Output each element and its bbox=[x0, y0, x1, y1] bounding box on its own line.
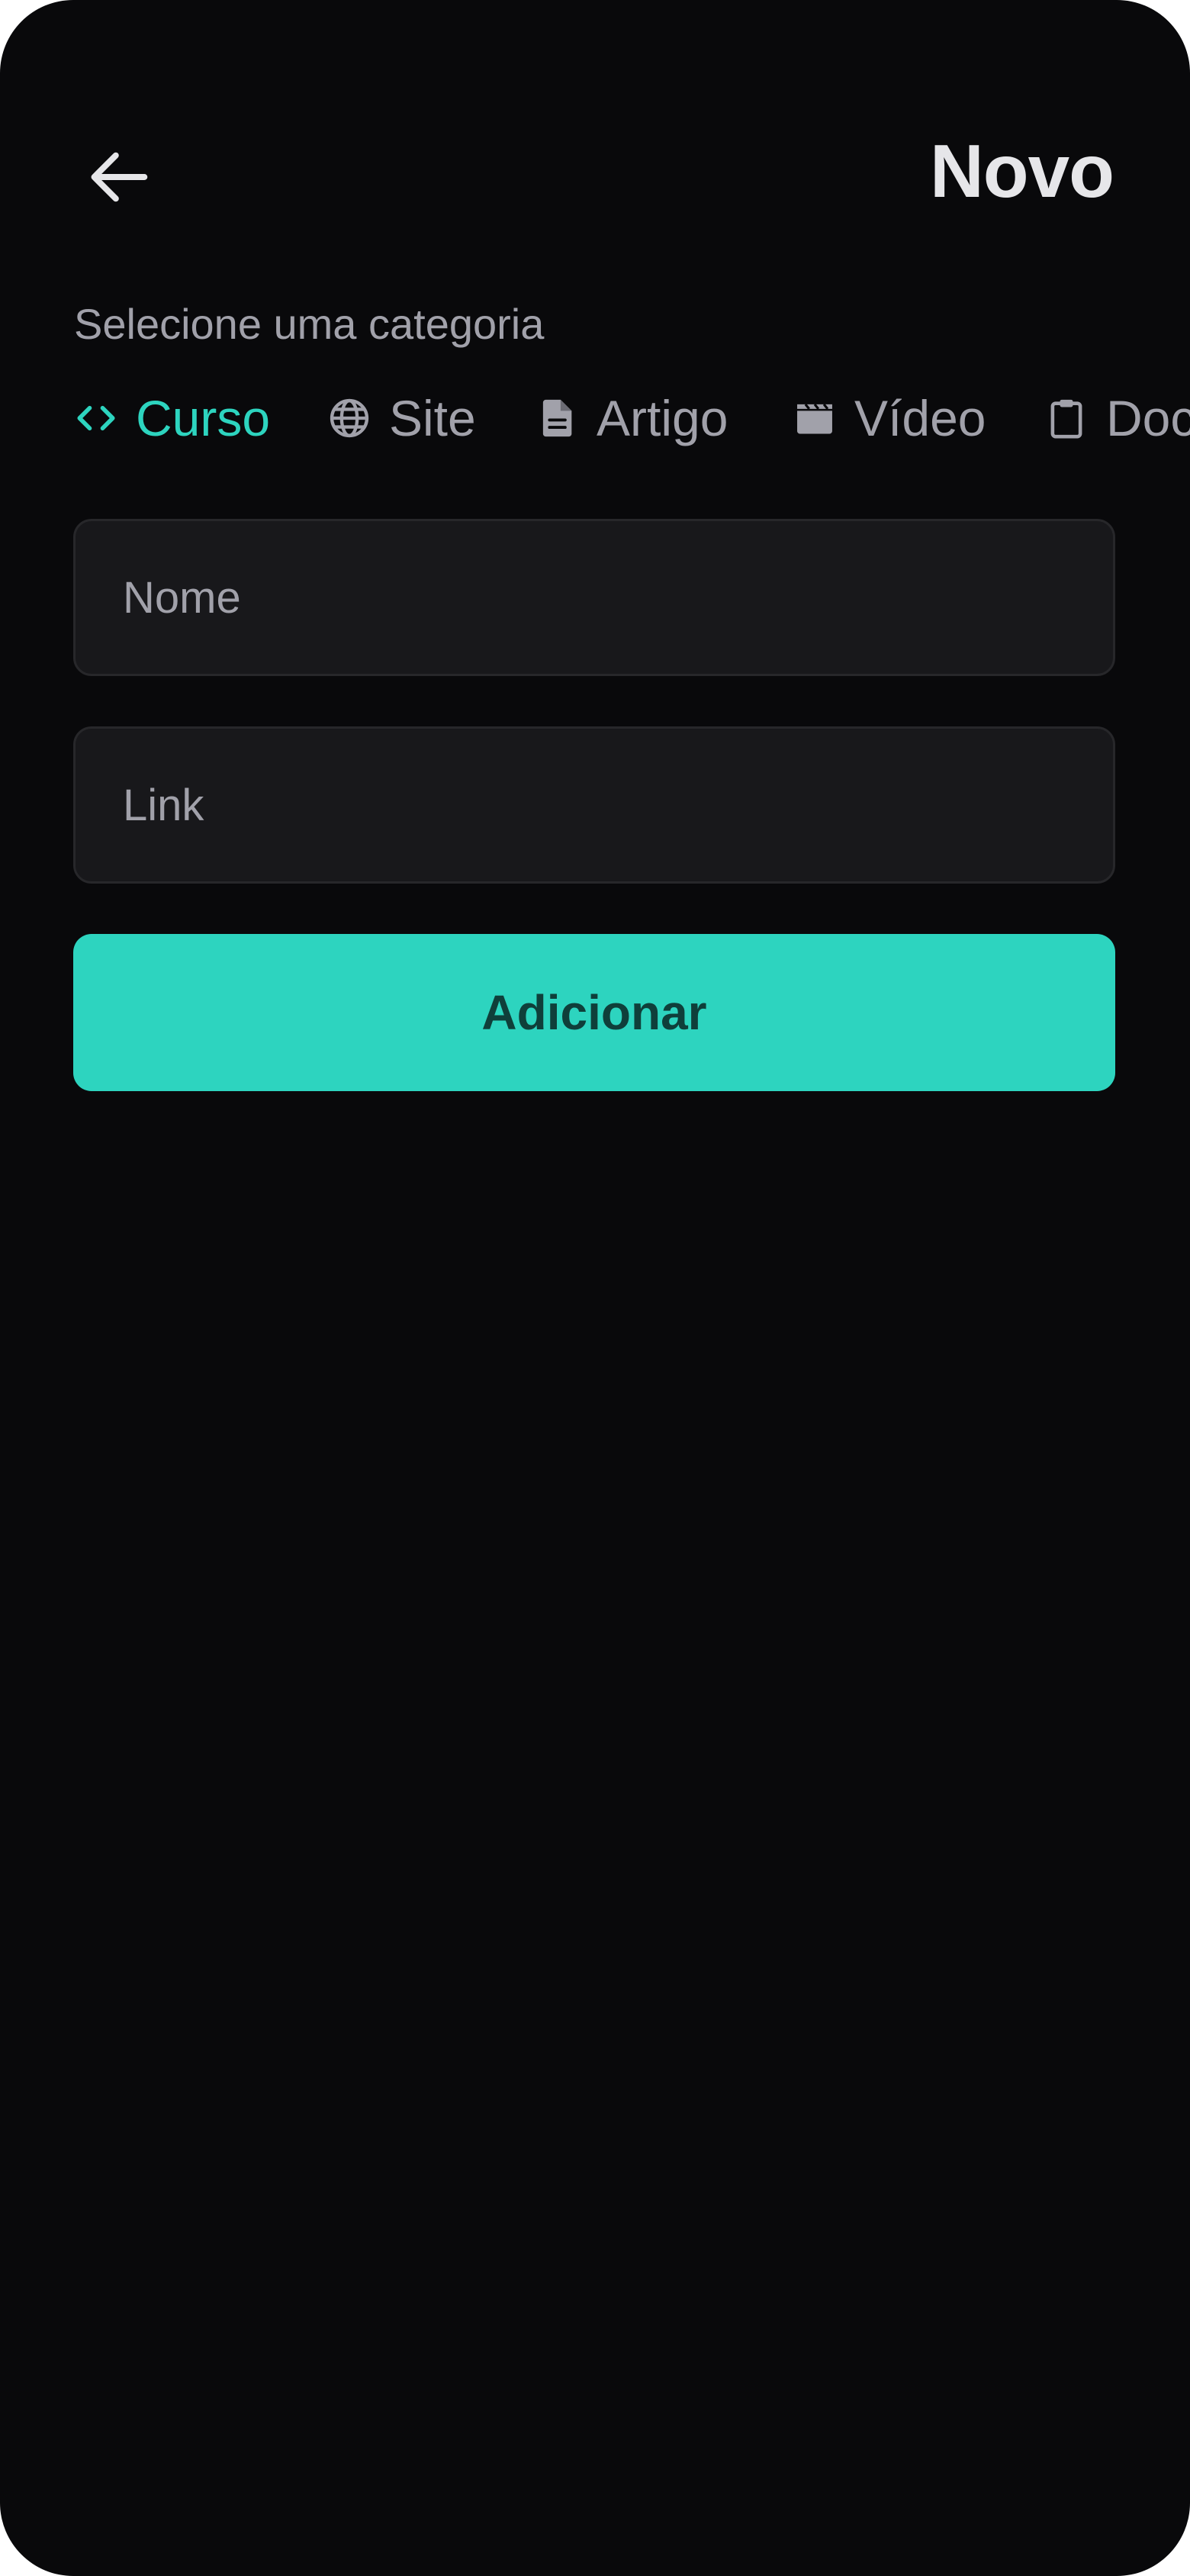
back-button[interactable] bbox=[73, 131, 165, 223]
clipboard-icon bbox=[1044, 395, 1089, 441]
category-tab-artigo[interactable]: Artigo bbox=[534, 380, 728, 456]
category-tab-doc[interactable]: Doc bbox=[1044, 380, 1190, 456]
arrow-left-icon bbox=[91, 152, 148, 202]
category-tab-label: Site bbox=[389, 390, 476, 446]
category-tab-site[interactable]: Site bbox=[326, 380, 476, 456]
document-icon bbox=[534, 395, 580, 441]
link-input[interactable] bbox=[73, 726, 1115, 884]
category-section-label: Selecione uma categoria bbox=[74, 300, 545, 348]
category-tab-label: Doc bbox=[1106, 390, 1190, 446]
screen: Novo Selecione uma categoria Curso Site … bbox=[0, 0, 1190, 2576]
globe-icon bbox=[326, 395, 372, 441]
name-input[interactable] bbox=[73, 519, 1115, 676]
category-tab-curso[interactable]: Curso bbox=[73, 380, 270, 456]
code-icon bbox=[73, 395, 119, 441]
category-tabs: Curso Site Artigo Vídeo Doc bbox=[73, 380, 1190, 456]
category-tab-label: Artigo bbox=[597, 390, 728, 446]
page-title: Novo bbox=[930, 129, 1114, 213]
category-tab-label: Vídeo bbox=[854, 390, 986, 446]
category-tab-video[interactable]: Vídeo bbox=[792, 380, 986, 456]
add-button[interactable]: Adicionar bbox=[73, 934, 1115, 1091]
clapperboard-icon bbox=[792, 395, 838, 441]
category-tab-label: Curso bbox=[136, 390, 271, 446]
